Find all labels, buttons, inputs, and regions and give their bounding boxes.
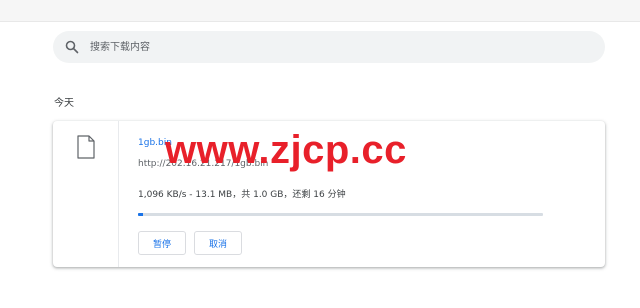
download-progress-fill: [138, 213, 144, 216]
file-icon: [77, 135, 95, 163]
watermark-text: www.zjcp.cc: [165, 128, 407, 172]
cancel-button[interactable]: 取消: [194, 231, 242, 255]
date-section-label: 今天: [54, 98, 74, 109]
file-icon-area: [53, 121, 119, 267]
pause-button[interactable]: 暂停: [138, 231, 186, 255]
download-status: 1,096 KB/s - 13.1 MB，共 1.0 GB，还剩 16 分钟: [138, 190, 346, 200]
search-bar[interactable]: [53, 31, 605, 63]
search-icon: [65, 40, 79, 54]
download-progress-bar: [138, 213, 543, 216]
search-input[interactable]: [88, 32, 605, 62]
top-bar: [0, 0, 640, 22]
